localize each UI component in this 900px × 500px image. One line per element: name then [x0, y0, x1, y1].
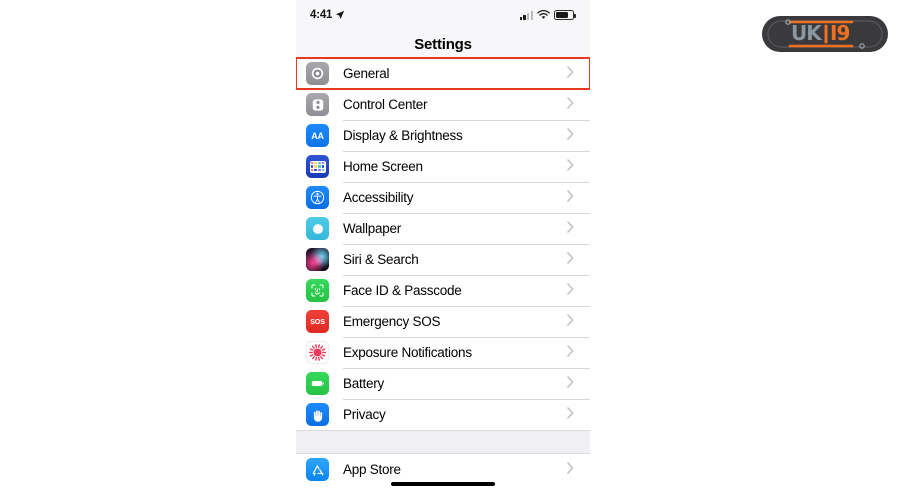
settings-row-label: Wallpaper [343, 221, 402, 236]
chevron-right-icon [567, 461, 574, 479]
site-watermark-logo: UK I9 [762, 16, 888, 52]
accessibility-icon [306, 186, 329, 209]
settings-row-label: Control Center [343, 97, 428, 112]
status-bar-left: 4:41 [310, 9, 345, 21]
settings-group: General Control Center AA Display & Brightn… [296, 57, 590, 430]
settings-list: General Control Center AA Display & Brightn… [296, 57, 590, 485]
chevron-right-icon [567, 189, 574, 207]
settings-row-label: Accessibility [343, 190, 414, 205]
chevron-right-icon [567, 127, 574, 145]
chevron-right-icon [567, 158, 574, 176]
settings-row-app-store[interactable]: App Store [296, 454, 590, 485]
chevron-right-icon [567, 220, 574, 238]
settings-row-label: Battery [343, 376, 385, 391]
svg-text:I9: I9 [830, 21, 849, 45]
battery-icon [306, 372, 329, 395]
settings-row-face-id-passcode[interactable]: Face ID & Passcode [296, 275, 590, 306]
sliders-icon [306, 93, 329, 116]
settings-row-label: Face ID & Passcode [343, 283, 462, 298]
app-store-icon [306, 458, 329, 481]
settings-row-wallpaper[interactable]: Wallpaper [296, 213, 590, 244]
settings-group: App Store [296, 454, 590, 485]
settings-row-label: Siri & Search [343, 252, 419, 267]
flower-icon [306, 217, 329, 240]
chevron-right-icon [567, 344, 574, 362]
settings-row-siri-search[interactable]: Siri & Search [296, 244, 590, 275]
settings-row-privacy[interactable]: Privacy [296, 399, 590, 430]
app-grid-icon [306, 155, 329, 178]
settings-row-label: Display & Brightness [343, 128, 463, 143]
home-indicator-bar [391, 482, 495, 486]
hand-icon [306, 403, 329, 426]
chevron-right-icon [567, 406, 574, 424]
siri-orb-icon [306, 248, 329, 271]
settings-row-battery[interactable]: Battery [296, 368, 590, 399]
chevron-right-icon [567, 313, 574, 331]
settings-row-display-brightness[interactable]: AA Display & Brightness [296, 120, 590, 151]
settings-row-label: Exposure Notifications [343, 345, 472, 360]
settings-row-home-screen[interactable]: Home Screen [296, 151, 590, 182]
location-arrow-icon [336, 10, 345, 19]
sos-icon: SOS [306, 310, 329, 333]
page-title: Settings [414, 35, 472, 53]
settings-row-emergency-sos[interactable]: SOS Emergency SOS [296, 306, 590, 337]
nav-bar: Settings [296, 30, 590, 58]
settings-row-control-center[interactable]: Control Center [296, 89, 590, 120]
settings-row-exposure-notifications[interactable]: Exposure Notifications [296, 337, 590, 368]
chevron-right-icon [567, 282, 574, 300]
chevron-right-icon [567, 375, 574, 393]
settings-row-label: App Store [343, 462, 401, 477]
aa-text-size-icon: AA [306, 124, 329, 147]
settings-row-label: Home Screen [343, 159, 423, 174]
gear-icon [306, 62, 329, 85]
exposure-dot-icon [306, 341, 329, 364]
chevron-right-icon [567, 96, 574, 114]
phone-screen: 4:41 Settings General Control Center AA Dis… [296, 0, 590, 500]
settings-row-label: General [343, 66, 390, 81]
status-bar-right [519, 10, 576, 20]
settings-row-general[interactable]: General [296, 57, 590, 90]
face-id-icon [306, 279, 329, 302]
chevron-right-icon [567, 65, 574, 83]
settings-row-label: Emergency SOS [343, 314, 441, 329]
battery-icon [554, 10, 576, 20]
section-gap [296, 430, 590, 454]
wifi-icon [537, 10, 550, 19]
svg-text:UK: UK [791, 21, 823, 45]
status-bar: 4:41 [296, 0, 590, 30]
settings-row-label: Privacy [343, 407, 386, 422]
cellular-signal-icon [519, 10, 533, 20]
status-time: 4:41 [310, 9, 333, 21]
chevron-right-icon [567, 251, 574, 269]
settings-row-accessibility[interactable]: Accessibility [296, 182, 590, 213]
